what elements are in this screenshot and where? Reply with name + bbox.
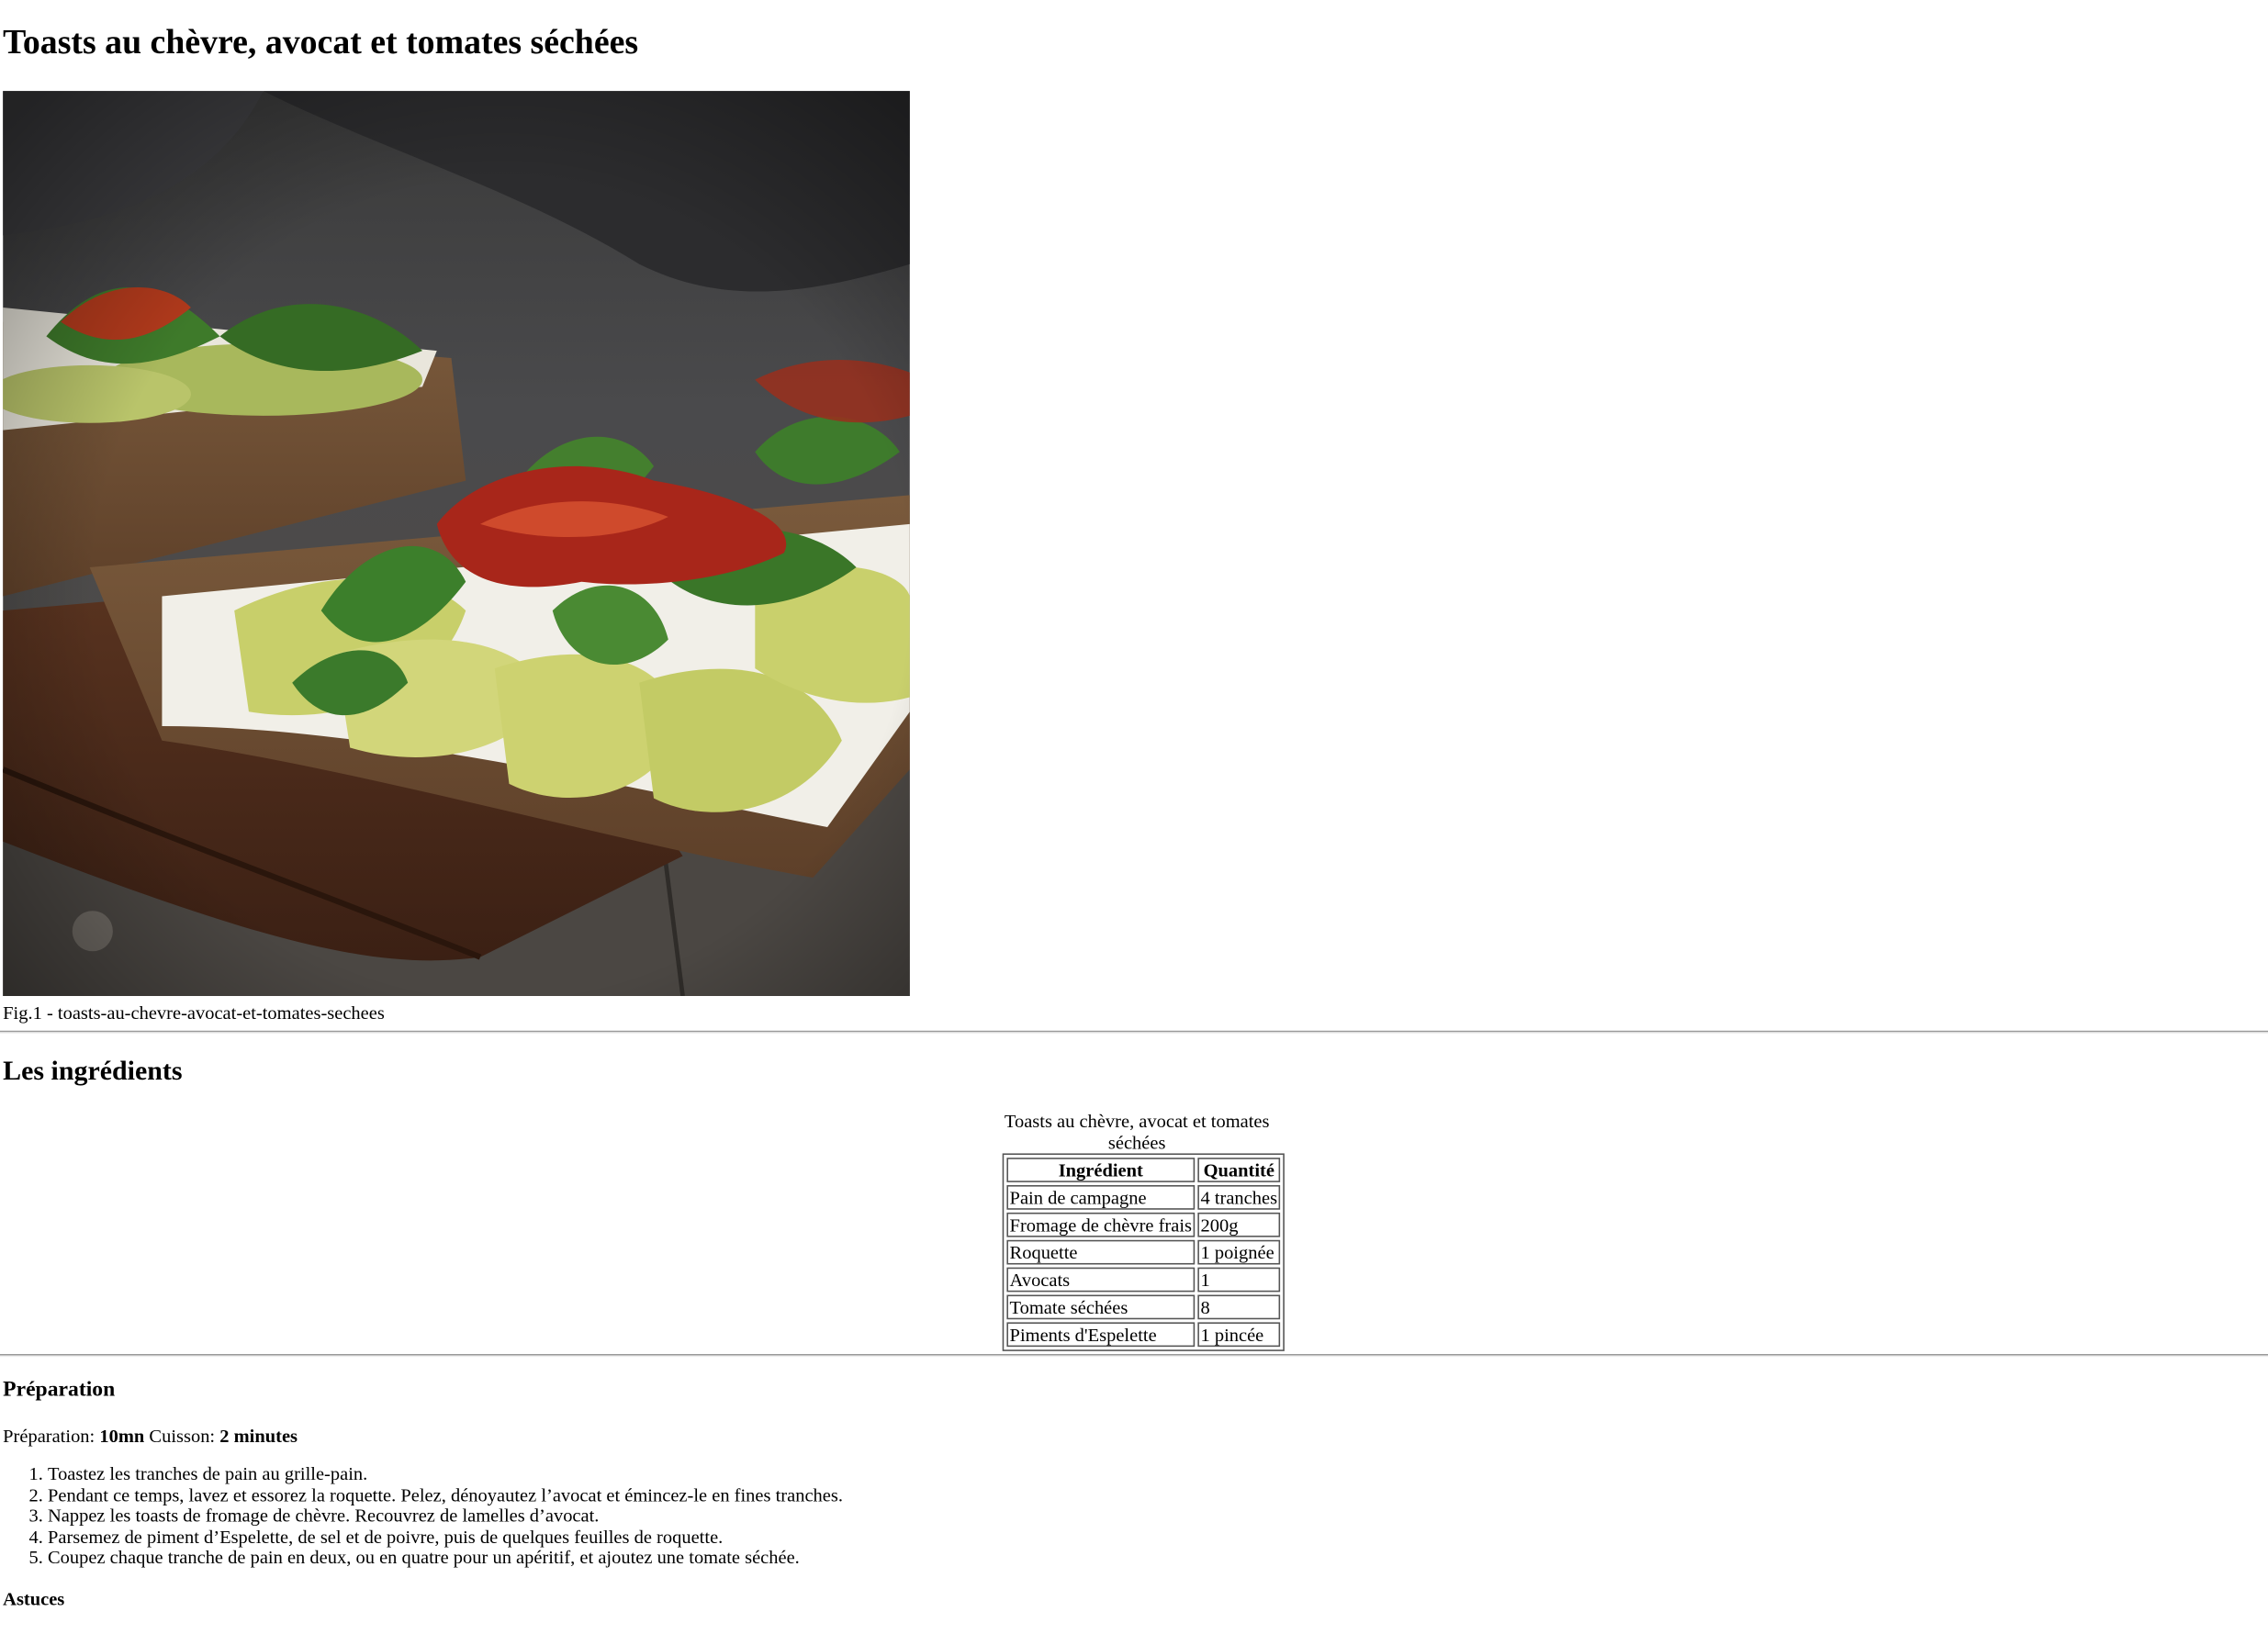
table-row: Piments d'Espelette 1 pincée [1006,1322,1281,1348]
table-row: Tomate séchées 8 [1006,1294,1281,1320]
divider [0,1030,2268,1034]
ingredient-quantity: 1 poignée [1197,1239,1281,1265]
list-item: Parsemez de piment d’Espelette, de sel e… [48,1526,843,1548]
column-header-quantity: Quantité [1197,1158,1281,1182]
list-item: Pendant ce temps, lavez et essorez la ro… [48,1484,843,1505]
ingredient-name: Tomate séchées [1006,1294,1196,1320]
table-row: Fromage de chèvre frais 200g [1006,1212,1281,1237]
ingredient-quantity: 8 [1197,1294,1281,1320]
table-header-row: Ingrédient Quantité [1006,1158,1281,1182]
ingredient-quantity: 4 tranches [1197,1185,1281,1210]
prep-time-label: Préparation: [3,1425,100,1447]
preparation-times: Préparation: 10mn Cuisson: 2 minutes [3,1425,298,1447]
list-item: Toastez les tranches de pain au grille-p… [48,1463,843,1485]
tips-heading: Astuces [3,1587,65,1610]
ingredient-name: Roquette [1006,1239,1196,1265]
table-row: Pain de campagne 4 tranches [1006,1185,1281,1210]
cook-time-label: Cuisson: [144,1425,220,1447]
ingredient-quantity: 200g [1197,1212,1281,1237]
preparation-heading: Préparation [3,1378,116,1402]
divider [0,1354,2268,1358]
preparation-steps: Toastez les tranches de pain au grille-p… [0,1463,843,1570]
recipe-page: Toasts au chèvre, avocat et tomates séch… [0,0,2268,1634]
ingredient-quantity: 1 [1197,1267,1281,1293]
list-item: Nappez les toasts de fromage de chèvre. … [48,1505,843,1527]
ingredient-quantity: 1 pincée [1197,1322,1281,1348]
ingredient-name: Pain de campagne [1006,1185,1196,1210]
table-row: Roquette 1 poignée [1006,1239,1281,1265]
prep-time-value: 10mn [99,1425,145,1447]
table-row: Avocats 1 [1006,1267,1281,1293]
ingredients-table: Ingrédient Quantité Pain de campagne 4 t… [1002,1153,1285,1351]
list-item: Coupez chaque tranche de pain en deux, o… [48,1547,843,1569]
recipe-photo [3,91,910,997]
recipe-title: Toasts au chèvre, avocat et tomates séch… [3,24,639,62]
figure-caption: Fig.1 - toasts-au-chevre-avocat-et-tomat… [3,1002,385,1024]
ingredients-heading: Les ingrédients [3,1057,183,1088]
ingredients-table-caption: Toasts au chèvre, avocat et tomates séch… [1004,1110,1270,1154]
ingredient-name: Avocats [1006,1267,1196,1293]
ingredient-name: Piments d'Espelette [1006,1322,1196,1348]
ingredient-name: Fromage de chèvre frais [1006,1212,1196,1237]
column-header-ingredient: Ingrédient [1006,1158,1196,1182]
cook-time-value: 2 minutes [219,1425,298,1447]
